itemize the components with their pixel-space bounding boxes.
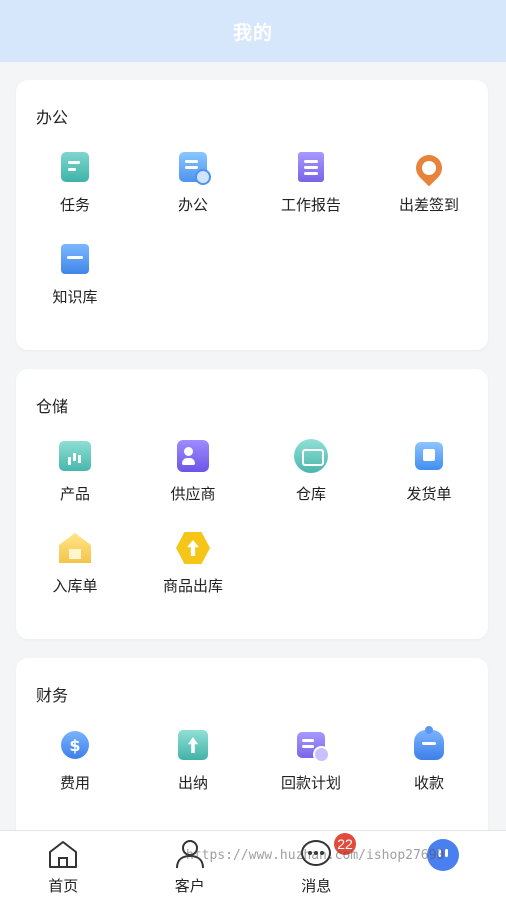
item-label: 费用 [59, 775, 90, 792]
upload-hexagon-icon [176, 531, 210, 565]
item-label: 回款计划 [280, 775, 341, 792]
storage-item-outbound[interactable]: 商品出库 [134, 531, 252, 623]
dollar-coin-icon: $ [58, 728, 92, 762]
finance-item-receipt[interactable]: 收款 [370, 726, 488, 820]
item-label: 发货单 [406, 486, 452, 503]
finance-item-expense[interactable]: $ 费用 [16, 728, 134, 820]
schedule-icon [294, 728, 330, 763]
office-section: 办公 任务 办公 工作报告 出差签到 知识库 [16, 80, 488, 350]
package-icon [412, 439, 446, 473]
upload-box-icon [176, 728, 210, 762]
house-icon [58, 531, 92, 565]
nav-item-home[interactable]: 首页 [0, 831, 127, 900]
bottom-nav: 首页 客户 消息 [0, 830, 506, 900]
office-icon [176, 150, 211, 185]
partial-icon [58, 820, 92, 830]
message-icon [300, 839, 332, 869]
item-label: 出差签到 [398, 197, 459, 214]
storage-section: 仓储 产品 供应商 仓库 发货单 入库单 商品出库 [16, 369, 488, 639]
contact-card-icon [176, 439, 210, 473]
message-count-badge: 22 [332, 831, 358, 857]
item-label: 产品 [59, 486, 90, 503]
report-icon [294, 150, 328, 184]
chart-box-icon [58, 439, 92, 473]
office-item-knowledge[interactable]: 知识库 [16, 242, 134, 334]
section-title: 财务 [36, 688, 69, 705]
section-title: 仓储 [36, 399, 69, 416]
storage-item-supplier[interactable]: 供应商 [134, 439, 252, 531]
item-label: 出纳 [177, 775, 208, 792]
office-item-office[interactable]: 办公 [134, 150, 252, 242]
finance-grid: $ 费用 出纳 回款计划 收款 [16, 726, 488, 830]
me-icon [426, 839, 459, 871]
storage-item-warehouse[interactable]: 仓库 [252, 439, 370, 531]
storage-grid: 产品 供应商 仓库 发货单 入库单 商品出库 [16, 439, 488, 623]
partial-icon [176, 820, 210, 830]
user-icon [174, 839, 206, 869]
warehouse-icon [294, 439, 328, 473]
nav-item-me[interactable] [380, 831, 506, 900]
nav-item-customer[interactable]: 客户 [127, 831, 254, 900]
money-bag-icon [412, 726, 446, 762]
nav-label: 客户 [174, 878, 205, 895]
item-label: 收款 [413, 775, 444, 792]
storage-item-delivery[interactable]: 发货单 [370, 439, 488, 531]
office-item-task[interactable]: 任务 [16, 150, 134, 242]
book-icon [58, 242, 92, 276]
page-title: 我的 [232, 22, 273, 44]
item-label: 供应商 [170, 486, 216, 503]
item-label: 仓库 [295, 486, 326, 503]
finance-section: 财务 $ 费用 出纳 回款计划 收款 [16, 658, 488, 830]
finance-item-plan[interactable]: 回款计划 [252, 728, 370, 820]
header-bar: 我的 [0, 0, 506, 62]
office-item-checkin[interactable]: 出差签到 [370, 149, 488, 242]
item-label: 商品出库 [162, 578, 223, 595]
nav-label: 首页 [48, 878, 79, 895]
item-label: 入库单 [52, 578, 98, 595]
item-label: 工作报告 [280, 197, 341, 214]
scroll-content[interactable]: 办公 任务 办公 工作报告 出差签到 知识库 仓储 产品 供应商 仓库 发货单 … [0, 62, 506, 830]
nav-label: 消息 [301, 878, 332, 895]
section-title: 办公 [36, 110, 69, 127]
finance-item-partial-2[interactable] [134, 820, 252, 830]
finance-item-cashier[interactable]: 出纳 [134, 728, 252, 820]
item-label: 任务 [59, 197, 90, 214]
office-grid: 任务 办公 工作报告 出差签到 知识库 [16, 149, 488, 334]
storage-item-product[interactable]: 产品 [16, 439, 134, 531]
location-icon [410, 149, 448, 187]
task-icon [58, 150, 92, 184]
item-label: 办公 [177, 197, 208, 214]
home-icon [47, 839, 79, 869]
finance-item-partial-1[interactable] [16, 820, 134, 830]
item-label: 知识库 [52, 289, 98, 306]
nav-item-message[interactable]: 消息 [253, 831, 380, 900]
storage-item-inbound[interactable]: 入库单 [16, 531, 134, 623]
office-item-report[interactable]: 工作报告 [252, 150, 370, 242]
